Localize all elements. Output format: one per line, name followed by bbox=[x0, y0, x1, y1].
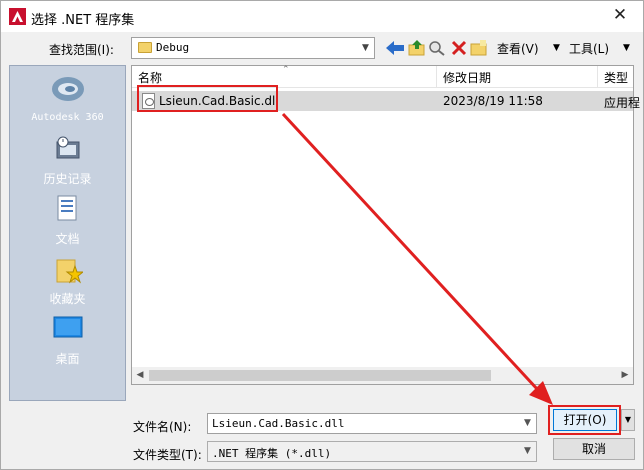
file-modified: 2023/8/19 11:58 bbox=[443, 94, 543, 108]
scrollbar-thumb[interactable] bbox=[149, 370, 491, 381]
up-folder-icon[interactable] bbox=[407, 37, 427, 59]
chevron-down-icon[interactable]: ▼ bbox=[519, 442, 536, 461]
place-documents[interactable]: 文档 bbox=[10, 192, 125, 250]
view-dropdown-icon[interactable]: ▼ bbox=[553, 43, 560, 53]
lookin-label: 查找范围(I): bbox=[49, 43, 114, 57]
place-history[interactable]: 历史记录 bbox=[10, 132, 125, 190]
place-label: 桌面 bbox=[55, 352, 80, 366]
lookin-value: Debug bbox=[156, 41, 190, 54]
scroll-right-icon[interactable]: ▶ bbox=[619, 369, 631, 382]
filename-input[interactable]: Lsieun.Cad.Basic.dll ▼ bbox=[207, 413, 537, 434]
close-icon[interactable]: ✕ bbox=[610, 5, 630, 25]
open-dropdown-icon[interactable]: ▼ bbox=[621, 409, 635, 431]
annotation-highlight-file bbox=[137, 85, 278, 112]
file-list[interactable]: ⌃ 名称 修改日期 类型 Lsieun.Cad.Basic.dll 2023/8… bbox=[131, 65, 640, 385]
place-desktop[interactable]: 桌面 bbox=[10, 312, 125, 370]
place-favorites[interactable]: 收藏夹 bbox=[10, 252, 125, 310]
filetype-label: 文件类型(T): bbox=[133, 448, 202, 462]
scroll-left-icon[interactable]: ◀ bbox=[134, 369, 146, 382]
chevron-down-icon[interactable]: ▼ bbox=[357, 38, 374, 58]
window-title: 选择 .NET 程序集 bbox=[31, 13, 135, 28]
back-arrow-icon[interactable] bbox=[385, 37, 405, 59]
search-web-icon[interactable] bbox=[427, 37, 447, 59]
new-folder-icon[interactable] bbox=[469, 37, 489, 59]
column-header-modified[interactable]: 修改日期 bbox=[443, 69, 491, 86]
column-divider[interactable] bbox=[597, 66, 598, 88]
filetype-select[interactable]: .NET 程序集 (*.dll) ▼ bbox=[207, 441, 537, 462]
delete-icon[interactable] bbox=[449, 37, 469, 59]
lookin-combobox[interactable]: Debug ▼ bbox=[131, 37, 375, 59]
column-header-type[interactable]: 类型 bbox=[604, 69, 628, 86]
places-bar: Autodesk 360 历史记录 文档 收藏夹 桌面 bbox=[9, 65, 126, 401]
title-bar: 选择 .NET 程序集 ✕ bbox=[1, 1, 643, 32]
history-icon bbox=[56, 136, 80, 159]
file-type: 应用程 bbox=[604, 96, 641, 110]
sort-up-icon: ⌃ bbox=[282, 65, 290, 75]
tools-dropdown-icon[interactable]: ▼ bbox=[623, 43, 630, 53]
autodesk-360-icon bbox=[52, 77, 84, 101]
file-open-dialog: 选择 .NET 程序集 ✕ 查找范围(I): Debug ▼ 查看(V) ▼ 工… bbox=[0, 0, 644, 470]
autocad-app-icon bbox=[9, 8, 26, 25]
dialog-toolbar: 查看(V) ▼ 工具(L) ▼ bbox=[383, 37, 641, 59]
filename-label: 文件名(N): bbox=[133, 420, 192, 434]
place-label: 收藏夹 bbox=[49, 292, 86, 306]
place-label: Autodesk 360 bbox=[31, 112, 104, 123]
favorites-icon bbox=[56, 259, 83, 284]
filetype-value: .NET 程序集 (*.dll) bbox=[212, 447, 332, 460]
view-menu[interactable]: 查看(V) bbox=[497, 40, 539, 57]
filename-value: Lsieun.Cad.Basic.dll bbox=[212, 417, 345, 430]
annotation-highlight-open bbox=[548, 405, 621, 435]
chevron-down-icon[interactable]: ▼ bbox=[519, 414, 536, 433]
desktop-icon bbox=[53, 316, 83, 338]
column-divider[interactable] bbox=[436, 66, 437, 88]
place-autodesk-360[interactable]: Autodesk 360 bbox=[10, 72, 125, 130]
tools-menu[interactable]: 工具(L) bbox=[569, 40, 609, 57]
cancel-button[interactable]: 取消 bbox=[553, 438, 635, 460]
column-header-name[interactable]: 名称 bbox=[138, 69, 162, 86]
place-label: 历史记录 bbox=[43, 172, 92, 186]
horizontal-scrollbar[interactable]: ◀ ▶ bbox=[132, 367, 633, 384]
folder-icon bbox=[138, 42, 152, 53]
documents-icon bbox=[57, 195, 77, 221]
place-label: 文档 bbox=[55, 232, 80, 246]
